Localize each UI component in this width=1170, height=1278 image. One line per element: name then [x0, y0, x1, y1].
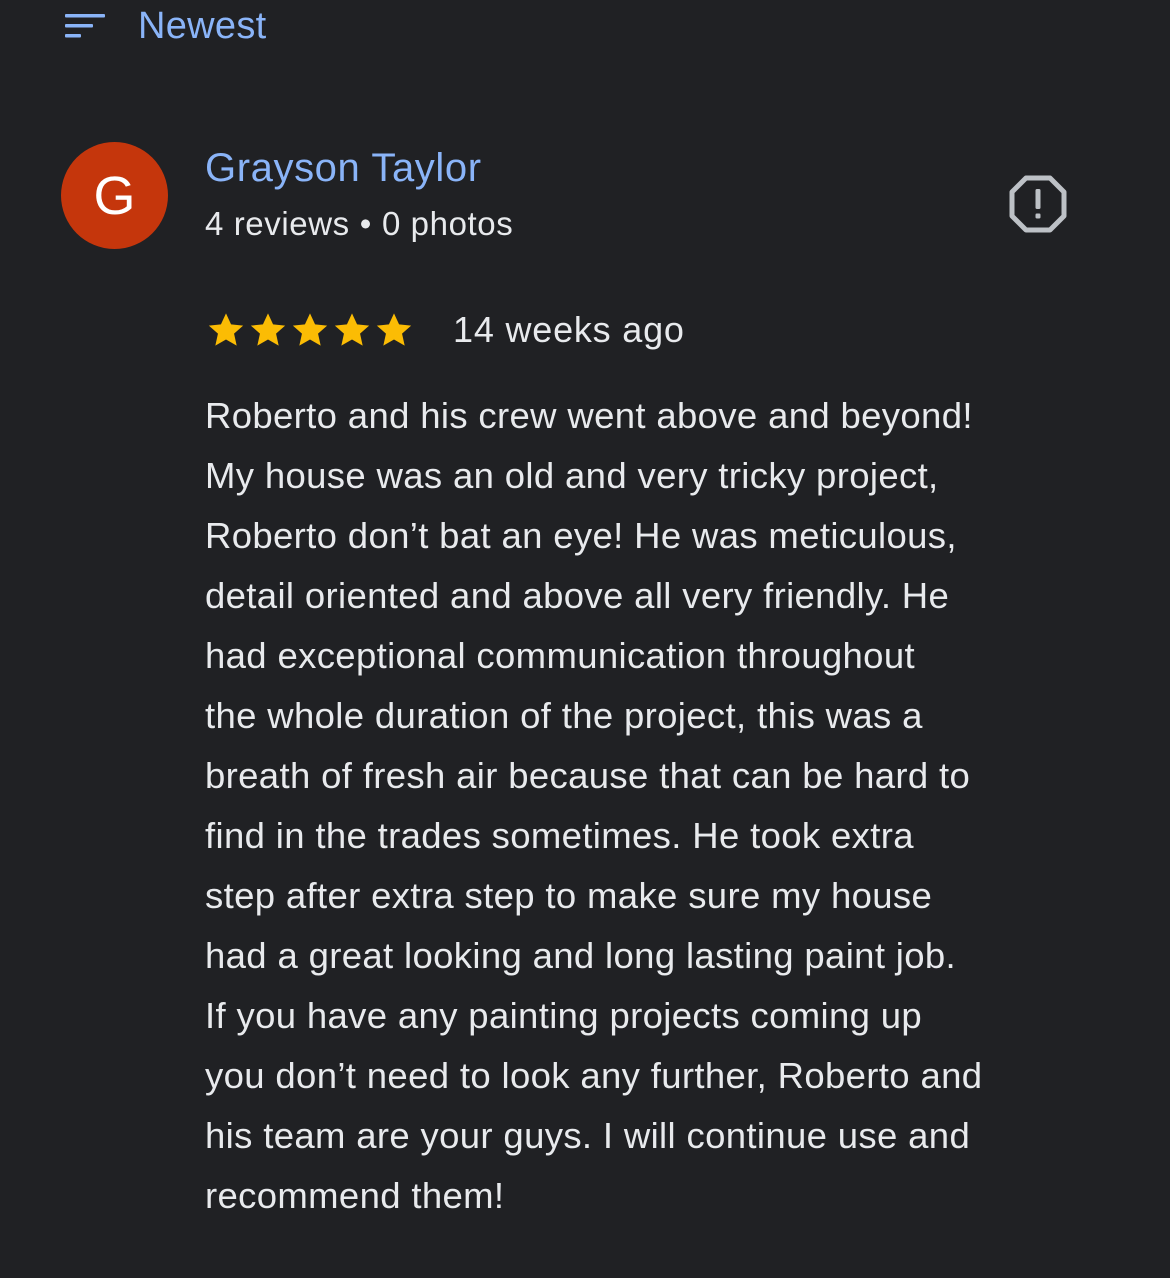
review-text: Roberto and his crew went above and beyo…	[205, 386, 1125, 1226]
review-text-line: recommend them!	[205, 1175, 505, 1216]
sort-button[interactable]: Newest	[62, 0, 267, 52]
review-text-line: had exceptional communication throughout	[205, 635, 915, 676]
meta-separator: •	[359, 205, 372, 242]
reviews-count: 4 reviews	[205, 205, 350, 242]
review-text-line: detail oriented and above all very frien…	[205, 575, 950, 616]
star-icon	[334, 313, 370, 346]
review-date: 14 weeks ago	[453, 309, 685, 350]
report-icon[interactable]	[1008, 174, 1068, 234]
star-icon	[250, 313, 286, 346]
review-text-line: My house was an old and very tricky proj…	[205, 455, 939, 496]
review-text-line: find in the trades sometimes. He took ex…	[205, 815, 914, 856]
author-meta: 4 reviews • 0 photos	[205, 205, 513, 243]
author-name[interactable]: Grayson Taylor	[205, 146, 482, 191]
rating-row: 14 weeks ago	[205, 305, 685, 355]
review-text-line: If you have any painting projects coming…	[205, 995, 923, 1036]
review-text-line: Roberto and his crew went above and beyo…	[205, 395, 973, 436]
review-text-line: step after extra step to make sure my ho…	[205, 875, 933, 916]
avatar-initial: G	[93, 165, 136, 226]
review-text-line: Roberto don’t bat an eye! He was meticul…	[205, 515, 957, 556]
star-rating	[205, 309, 415, 351]
review-text-line: the whole duration of the project, this …	[205, 695, 923, 736]
review-text-line: his team are your guys. I will continue …	[205, 1115, 971, 1156]
reviews-page: Newest G Grayson Taylor 4 reviews • 0 phot…	[0, 0, 1170, 1278]
star-icon	[292, 313, 328, 346]
star-icon	[376, 313, 412, 346]
review-text-line: had a great looking and long lasting pai…	[205, 935, 957, 976]
avatar[interactable]: G	[61, 142, 168, 249]
review-text-line: you don’t need to look any further, Robe…	[205, 1055, 983, 1096]
photos-count: 0 photos	[381, 205, 514, 242]
review-text-line: breath of fresh air because that can be …	[205, 755, 971, 796]
sort-icon	[65, 14, 105, 38]
sort-label: Newest	[138, 4, 267, 47]
star-icon	[208, 313, 244, 346]
